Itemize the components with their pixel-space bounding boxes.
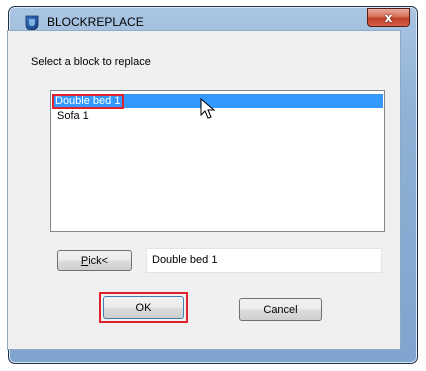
pick-button-label: ick<	[88, 254, 109, 267]
close-icon: x	[384, 10, 393, 25]
list-item-label: Double bed 1	[52, 94, 125, 109]
cancel-button[interactable]: Cancel	[239, 298, 322, 321]
block-list[interactable]: Double bed 1 Sofa 1	[50, 90, 385, 232]
list-item-label: Sofa 1	[57, 110, 89, 122]
selected-block-field[interactable]: Double bed 1	[146, 248, 382, 273]
pick-button[interactable]: Pick<	[57, 250, 132, 271]
pick-button-mnemonic: P	[80, 254, 89, 267]
ok-button[interactable]: OK	[103, 296, 184, 319]
list-item-sofa[interactable]: Sofa 1	[52, 109, 383, 123]
list-item-double-bed[interactable]: Double bed 1	[52, 94, 383, 109]
close-button[interactable]: x	[367, 8, 410, 27]
prompt-label: Select a block to replace	[31, 56, 151, 68]
app-icon	[25, 15, 39, 31]
mouse-cursor-icon	[200, 98, 216, 119]
window-title: BLOCKREPLACE	[47, 15, 144, 29]
